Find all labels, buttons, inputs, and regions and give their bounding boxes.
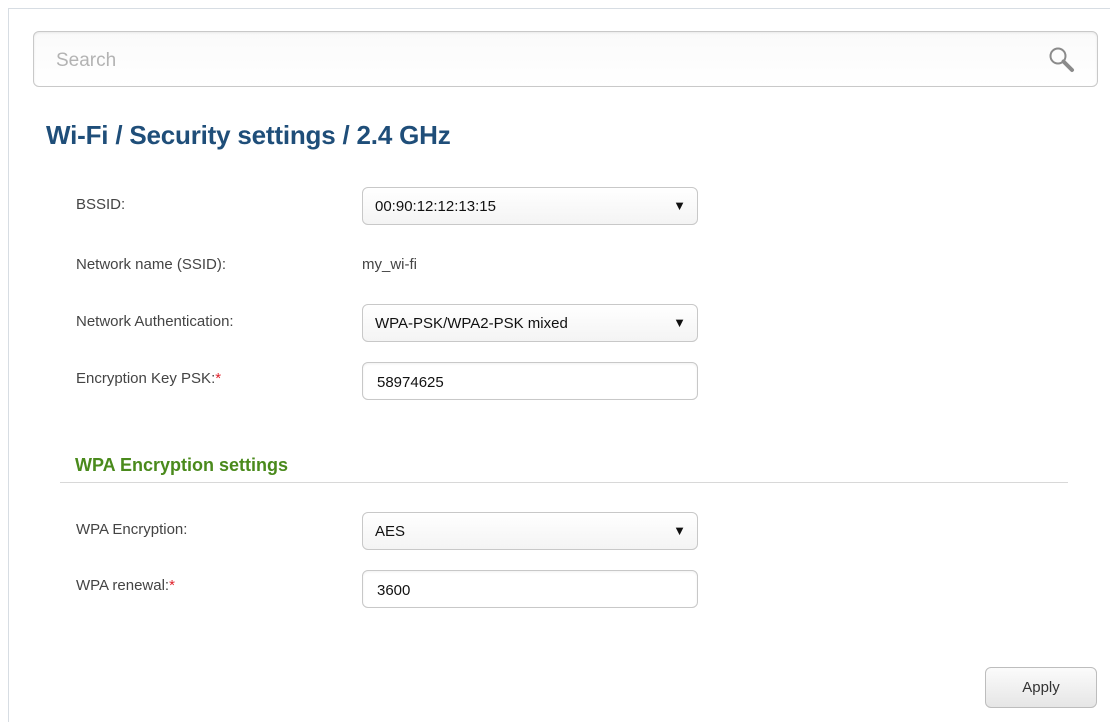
- bssid-label: BSSID:: [76, 196, 126, 213]
- chevron-down-icon: ▼: [673, 523, 686, 538]
- network-auth-label: Network Authentication:: [76, 313, 234, 330]
- search-input[interactable]: [54, 46, 1018, 76]
- page-title: Wi-Fi / Security settings / 2.4 GHz: [46, 120, 451, 150]
- search-icon[interactable]: [1047, 45, 1077, 75]
- wpa-renewal-input[interactable]: [375, 579, 679, 601]
- search-bar: [33, 31, 1098, 87]
- psk-field: [362, 362, 698, 400]
- ssid-label: Network name (SSID):: [76, 256, 227, 273]
- required-mark: *: [215, 370, 222, 387]
- psk-label-text: Encryption Key PSK:: [76, 370, 216, 387]
- wpa-encryption-select[interactable]: AES ▼: [362, 512, 698, 550]
- wpa-renewal-field: [362, 570, 698, 608]
- wpa-encryption-label: WPA Encryption:: [76, 521, 188, 538]
- wpa-section-title: WPA Encryption settings: [75, 455, 289, 475]
- psk-label: Encryption Key PSK:*: [76, 370, 221, 387]
- wpa-encryption-selected-value: AES: [375, 523, 406, 540]
- bssid-selected-value: 00:90:12:12:13:15: [375, 198, 496, 215]
- required-mark: *: [169, 577, 175, 594]
- psk-input[interactable]: [375, 371, 679, 393]
- wpa-renewal-label-text: WPA renewal:: [76, 577, 170, 594]
- ssid-value: my_wi-fi: [362, 256, 417, 273]
- apply-button[interactable]: Apply: [985, 667, 1097, 708]
- bssid-select[interactable]: 00:90:12:12:13:15 ▼: [362, 187, 698, 225]
- wpa-renewal-label: WPA renewal:*: [76, 577, 175, 594]
- chevron-down-icon: ▼: [673, 315, 686, 330]
- network-auth-select[interactable]: WPA-PSK/WPA2-PSK mixed ▼: [362, 304, 698, 342]
- chevron-down-icon: ▼: [673, 198, 686, 213]
- network-auth-selected-value: WPA-PSK/WPA2-PSK mixed: [375, 315, 568, 332]
- section-divider: [60, 482, 1068, 483]
